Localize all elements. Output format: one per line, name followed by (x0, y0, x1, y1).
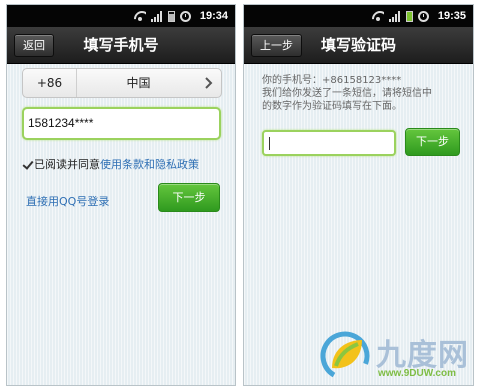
country-code: +86 (23, 69, 77, 97)
alarm-icon (179, 10, 191, 22)
hint-phone-number: 你的手机号：+86158123**** (262, 75, 402, 86)
watermark-url: www.9DUW.com (378, 368, 456, 379)
status-time: 19:35 (437, 10, 466, 22)
chevron-right-icon (205, 77, 213, 89)
next-button[interactable]: 下一步 (158, 183, 220, 212)
sms-hint: 你的手机号：+86158123**** 我们给你发送了一条短信，请将短信中 的数… (262, 74, 467, 113)
battery-full-icon (405, 10, 413, 22)
wifi-icon (134, 11, 146, 21)
country-name: 中国 (126, 76, 151, 90)
agree-checkbox[interactable] (22, 159, 33, 170)
next-button[interactable]: 下一步 (405, 128, 460, 156)
battery-charging-icon (167, 10, 175, 22)
back-button[interactable]: 返回 (14, 34, 54, 57)
title-bar: 填写验证码 上一步 (244, 27, 473, 64)
previous-step-button[interactable]: 上一步 (251, 34, 302, 57)
hint-line: 的数字作为验证码填写在下面。 (262, 101, 402, 112)
status-bar: 19:34 (7, 5, 235, 27)
agreement-text: 已阅读并同意 (34, 158, 100, 171)
signal-icon (388, 10, 401, 22)
country-selector[interactable]: +86 中国 (22, 68, 222, 98)
agreement-row: 已阅读并同意 使用条款和隐私政策 (22, 156, 199, 172)
status-time: 19:34 (199, 10, 228, 22)
hint-line: 我们给你发送了一条短信，请将短信中 (262, 88, 432, 99)
title-bar: 填写手机号 返回 (7, 27, 235, 64)
watermark: 九度网 www.9DUW.com (318, 326, 478, 386)
signal-icon (150, 10, 163, 22)
status-bar: 19:35 (244, 5, 473, 27)
verification-code-input[interactable] (262, 130, 396, 156)
terms-link[interactable]: 使用条款和隐私政策 (100, 156, 199, 172)
leaf-logo-icon (320, 331, 370, 381)
wifi-icon (372, 11, 384, 21)
alarm-icon (417, 10, 429, 22)
phone-number-screen: 19:34 填写手机号 返回 +86 中国 1581234**** 已阅读并同意… (6, 4, 236, 386)
phone-number-input[interactable]: 1581234**** (22, 107, 221, 140)
qq-login-link[interactable]: 直接用QQ号登录 (26, 193, 109, 209)
